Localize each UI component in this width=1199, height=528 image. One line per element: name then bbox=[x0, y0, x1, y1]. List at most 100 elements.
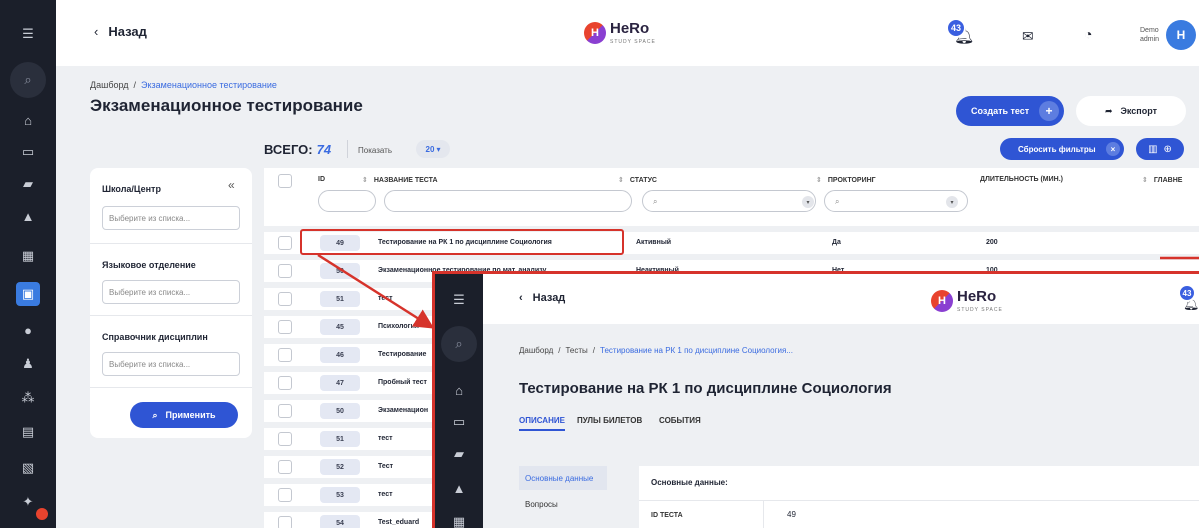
tab-ticket-pools[interactable]: ПУЛЫ БИЛЕТОВ bbox=[577, 416, 642, 425]
mail-icon[interactable]: ✉ bbox=[1022, 28, 1034, 45]
column-header-label: ПРОКТОРИНГ bbox=[827, 177, 876, 184]
row-checkbox[interactable] bbox=[278, 264, 292, 278]
row-checkbox[interactable] bbox=[278, 292, 292, 306]
detail-back-link[interactable]: ‹ Назад bbox=[519, 292, 565, 304]
home-icon[interactable]: ⌂ bbox=[16, 108, 40, 132]
exam-icon[interactable]: ▣ bbox=[16, 282, 40, 306]
monitor-icon[interactable]: ▭ bbox=[16, 140, 40, 164]
row-checkbox[interactable] bbox=[278, 488, 292, 502]
apply-button[interactable]: ⌕ Применить bbox=[130, 402, 238, 428]
column-header-id[interactable]: ID bbox=[318, 176, 325, 183]
chevron-down-icon[interactable]: ▾ bbox=[946, 196, 958, 208]
row-name[interactable]: Экзаменацион bbox=[378, 407, 428, 414]
total-value: 74 bbox=[316, 142, 332, 157]
column-header-duration[interactable]: ДЛИТЕЛЬНОСТЬ (МИН.) bbox=[980, 176, 1063, 183]
language-select[interactable]: Выберите из списка... bbox=[102, 280, 240, 304]
discipline-select[interactable]: Выберите из списка... bbox=[102, 352, 240, 376]
columns-button[interactable]: ▥ ⊕ bbox=[1136, 138, 1184, 160]
breadcrumb-current[interactable]: Экзаменационное тестирование bbox=[141, 80, 277, 90]
logo-mark-icon: H bbox=[931, 289, 953, 312]
sort-icon: ⇕ bbox=[816, 177, 822, 184]
plus-icon: + bbox=[1039, 101, 1059, 121]
menu-icon[interactable]: ☰ bbox=[447, 288, 471, 312]
logo[interactable]: H HeRo STUDY SPACE bbox=[584, 20, 656, 45]
top-bar: ‹ Назад H HeRo STUDY SPACE 🔔︎ 43 ✉ ◔ Demo … bbox=[56, 0, 1199, 66]
teacher-icon[interactable]: ♟ bbox=[16, 352, 40, 376]
tab-events[interactable]: СОБЫТИЯ bbox=[659, 416, 701, 425]
total-count: ВСЕГО: 74 bbox=[264, 142, 331, 157]
filter-school: Школа/Центр « Выберите из списка... bbox=[90, 168, 252, 244]
grid-icon[interactable]: ▦ bbox=[16, 244, 40, 268]
row-checkbox[interactable] bbox=[278, 516, 292, 528]
user-icon[interactable]: ● bbox=[16, 318, 40, 342]
folder-icon[interactable]: ▰ bbox=[16, 172, 40, 196]
detail-logo[interactable]: H HeRo STUDY SPACE bbox=[931, 288, 1003, 313]
row-checkbox[interactable] bbox=[278, 376, 292, 390]
back-link[interactable]: ‹ Назад bbox=[94, 24, 147, 39]
graduation-icon[interactable]: ▲ bbox=[16, 204, 40, 228]
row-checkbox[interactable] bbox=[278, 320, 292, 334]
row-name[interactable]: Тест bbox=[378, 463, 393, 470]
breadcrumb-mid[interactable]: Тесты bbox=[565, 346, 587, 355]
chat-icon[interactable]: ◔ bbox=[1084, 26, 1092, 42]
group-icon[interactable]: ⁂ bbox=[16, 386, 40, 410]
folder-icon[interactable]: ▰ bbox=[447, 442, 471, 466]
book-icon[interactable]: ▤ bbox=[16, 420, 40, 444]
row-name[interactable]: тест bbox=[378, 491, 393, 498]
search-icon[interactable]: ⌕ bbox=[10, 62, 46, 98]
select-all-checkbox[interactable] bbox=[278, 174, 292, 188]
create-test-button[interactable]: Создать тест + bbox=[956, 96, 1064, 126]
row-checkbox[interactable] bbox=[278, 236, 292, 250]
row-id: 51 bbox=[320, 431, 360, 447]
side-item-basic-data[interactable]: Основные данные bbox=[519, 466, 607, 490]
column-header-proctoring[interactable]: ⇕ ПРОКТОРИНГ bbox=[816, 176, 876, 184]
id-filter-input[interactable] bbox=[318, 190, 376, 212]
row-checkbox[interactable] bbox=[278, 432, 292, 446]
image-icon[interactable]: ▧ bbox=[16, 456, 40, 480]
graduation-icon[interactable]: ▲ bbox=[447, 476, 471, 500]
menu-icon[interactable]: ☰ bbox=[16, 22, 40, 46]
breadcrumb: Дашборд / Экзаменационное тестирование bbox=[90, 80, 277, 90]
column-header-label: СТАТУС bbox=[629, 177, 657, 184]
column-header-name[interactable]: ⇕ НАЗВАНИЕ ТЕСТА bbox=[362, 176, 438, 184]
row-checkbox[interactable] bbox=[278, 404, 292, 418]
grid-icon[interactable]: ▦ bbox=[447, 510, 471, 528]
detail-title: Тестирование на РК 1 по дисциплине Социо… bbox=[519, 380, 892, 397]
search-icon: ⌕ bbox=[152, 409, 158, 420]
logo-text: HeRo bbox=[957, 288, 997, 305]
status-filter-select[interactable]: ⌕ bbox=[642, 190, 816, 212]
row-name[interactable]: Психология bbox=[378, 323, 419, 330]
tab-description[interactable]: ОПИСАНИЕ bbox=[519, 416, 565, 431]
reset-filters-button[interactable]: Сбросить фильтры × bbox=[1000, 138, 1124, 160]
school-select[interactable]: Выберите из списка... bbox=[102, 206, 240, 230]
monitor-icon[interactable]: ▭ bbox=[447, 410, 471, 434]
name-filter-input[interactable] bbox=[384, 190, 632, 212]
row-name[interactable]: Пробный тест bbox=[378, 379, 427, 386]
avatar[interactable]: H bbox=[1166, 20, 1196, 50]
row-name[interactable]: тест bbox=[378, 295, 393, 302]
home-icon[interactable]: ⌂ bbox=[447, 378, 471, 402]
user-line-1: Demo bbox=[1140, 27, 1159, 34]
filter-label: Языковое отделение bbox=[102, 260, 196, 270]
column-header-main[interactable]: ⇕ ГЛАВНЕ bbox=[1142, 176, 1182, 184]
breadcrumb-root[interactable]: Дашборд bbox=[519, 346, 553, 355]
logo-text: HeRo bbox=[610, 20, 650, 37]
page-size-select[interactable]: 20 ▾ bbox=[416, 140, 450, 158]
column-header-status[interactable]: ⇕ СТАТУС bbox=[618, 176, 657, 184]
collapse-icon[interactable]: « bbox=[228, 178, 235, 192]
breadcrumb-current[interactable]: Тестирование на РК 1 по дисциплине Социо… bbox=[600, 346, 793, 355]
breadcrumb-root[interactable]: Дашборд bbox=[90, 80, 129, 90]
side-item-questions[interactable]: Вопросы bbox=[525, 500, 558, 509]
row-checkbox[interactable] bbox=[278, 460, 292, 474]
row-name[interactable]: Тестирование bbox=[378, 351, 426, 358]
search-icon[interactable]: ⌕ bbox=[441, 326, 477, 362]
row-checkbox[interactable] bbox=[278, 348, 292, 362]
user-name[interactable]: Demo admin bbox=[1140, 26, 1159, 44]
row-name[interactable]: Test_eduard bbox=[378, 519, 419, 526]
detail-rail: ☰ ⌕ ⌂ ▭ ▰ ▲ ▦ bbox=[435, 274, 483, 528]
row-name[interactable]: тест bbox=[378, 435, 393, 442]
notification-badge: 43 bbox=[946, 18, 966, 38]
chevron-down-icon[interactable]: ▾ bbox=[802, 196, 814, 208]
divider bbox=[639, 500, 1199, 501]
export-button[interactable]: ➦ Экспорт bbox=[1076, 96, 1186, 126]
